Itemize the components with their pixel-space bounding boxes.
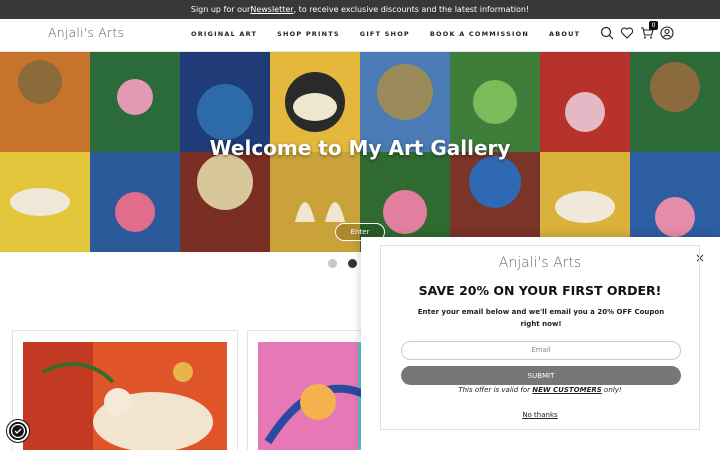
announcement-bar: Sign up for our Newsletter , to receive … <box>0 0 720 19</box>
announcement-suffix: , to receive exclusive discounts and the… <box>293 5 530 14</box>
cart-count-badge: 0 <box>649 21 658 30</box>
nav-book-commission[interactable]: BOOK A COMMISSION <box>430 30 529 38</box>
header-icons: 0 <box>600 21 674 40</box>
nav-shop-prints[interactable]: SHOP PRINTS <box>277 30 340 38</box>
offer-terms: This offer is valid for NEW CUSTOMERS on… <box>381 386 699 394</box>
accessibility-button[interactable] <box>7 420 29 442</box>
popup-subtitle: Enter your email below and we'll email y… <box>417 308 665 328</box>
site-header: Anjali's Arts ORIGINAL ART SHOP PRINTS G… <box>0 19 720 52</box>
cart-icon[interactable]: 0 <box>640 21 658 39</box>
carousel-dots <box>328 259 357 268</box>
terms-suffix: only! <box>601 386 622 394</box>
product-artwork-1 <box>23 342 227 450</box>
accessibility-icon <box>10 423 26 439</box>
terms-prefix: This offer is valid for <box>458 386 533 394</box>
carousel-dot-1[interactable] <box>328 259 337 268</box>
popup-logo: Anjali's Arts <box>498 255 582 271</box>
popup-title: SAVE 20% ON YOUR FIRST ORDER! <box>418 283 662 298</box>
announcement-prefix: Sign up for our <box>190 5 251 14</box>
terms-highlight: NEW CUSTOMERS <box>532 386 602 394</box>
search-icon[interactable] <box>600 25 614 40</box>
email-field[interactable]: Email <box>401 341 681 360</box>
product-card-1[interactable] <box>12 330 238 450</box>
popup-content: Anjali's Arts SAVE 20% ON YOUR FIRST ORD… <box>380 245 700 430</box>
carousel-dot-2-active[interactable] <box>348 259 357 268</box>
account-icon[interactable] <box>660 25 674 40</box>
hero-title: Welcome to My Art Gallery <box>209 136 511 160</box>
page: Sign up for our Newsletter , to receive … <box>0 0 720 450</box>
submit-button[interactable]: SUBMIT <box>401 366 681 385</box>
heart-icon[interactable] <box>620 25 634 39</box>
site-logo[interactable]: Anjali's Arts <box>48 25 124 40</box>
no-thanks-link[interactable]: No thanks <box>381 411 699 419</box>
newsletter-link[interactable]: Newsletter <box>250 5 293 14</box>
newsletter-popup: × Anjali's Arts SAVE 20% ON YOUR FIRST O… <box>361 237 720 450</box>
main-nav: ORIGINAL ART SHOP PRINTS GIFT SHOP BOOK … <box>191 30 580 38</box>
nav-gift-shop[interactable]: GIFT SHOP <box>360 30 410 38</box>
nav-about[interactable]: ABOUT <box>549 30 580 38</box>
nav-original-art[interactable]: ORIGINAL ART <box>191 30 257 38</box>
hero-banner: Welcome to My Art Gallery Enter <box>0 52 720 252</box>
